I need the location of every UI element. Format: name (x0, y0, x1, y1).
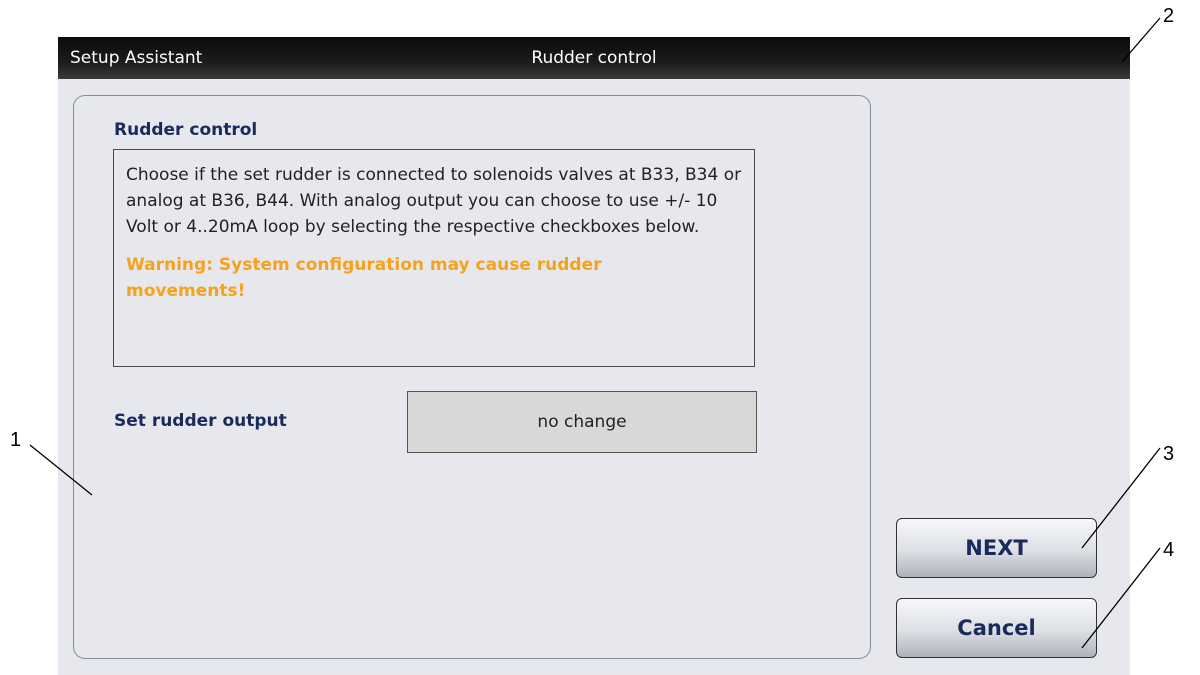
panel-heading: Rudder control (114, 120, 258, 140)
next-button[interactable]: NEXT (896, 518, 1097, 578)
rudder-output-label: Set rudder output (114, 411, 287, 431)
callout-number-4: 4 (1163, 539, 1174, 561)
setup-assistant-screen: Setup Assistant Rudder control Rudder co… (58, 37, 1130, 675)
window-title: Rudder control (531, 48, 657, 68)
warning-text: Warning: System configuration may cause … (126, 255, 602, 301)
callout-number-2: 2 (1163, 5, 1174, 27)
description-text: Choose if the set rudder is connected to… (126, 165, 742, 237)
callout-number-3: 3 (1163, 443, 1174, 465)
title-bar: Setup Assistant Rudder control (58, 37, 1130, 79)
rudder-output-select[interactable]: no change (407, 391, 757, 453)
rudder-control-panel: Rudder control Choose if the set rudder … (73, 95, 871, 659)
description-box: Choose if the set rudder is connected to… (113, 149, 755, 367)
cancel-button[interactable]: Cancel (896, 598, 1097, 658)
callout-number-1: 1 (10, 429, 21, 451)
